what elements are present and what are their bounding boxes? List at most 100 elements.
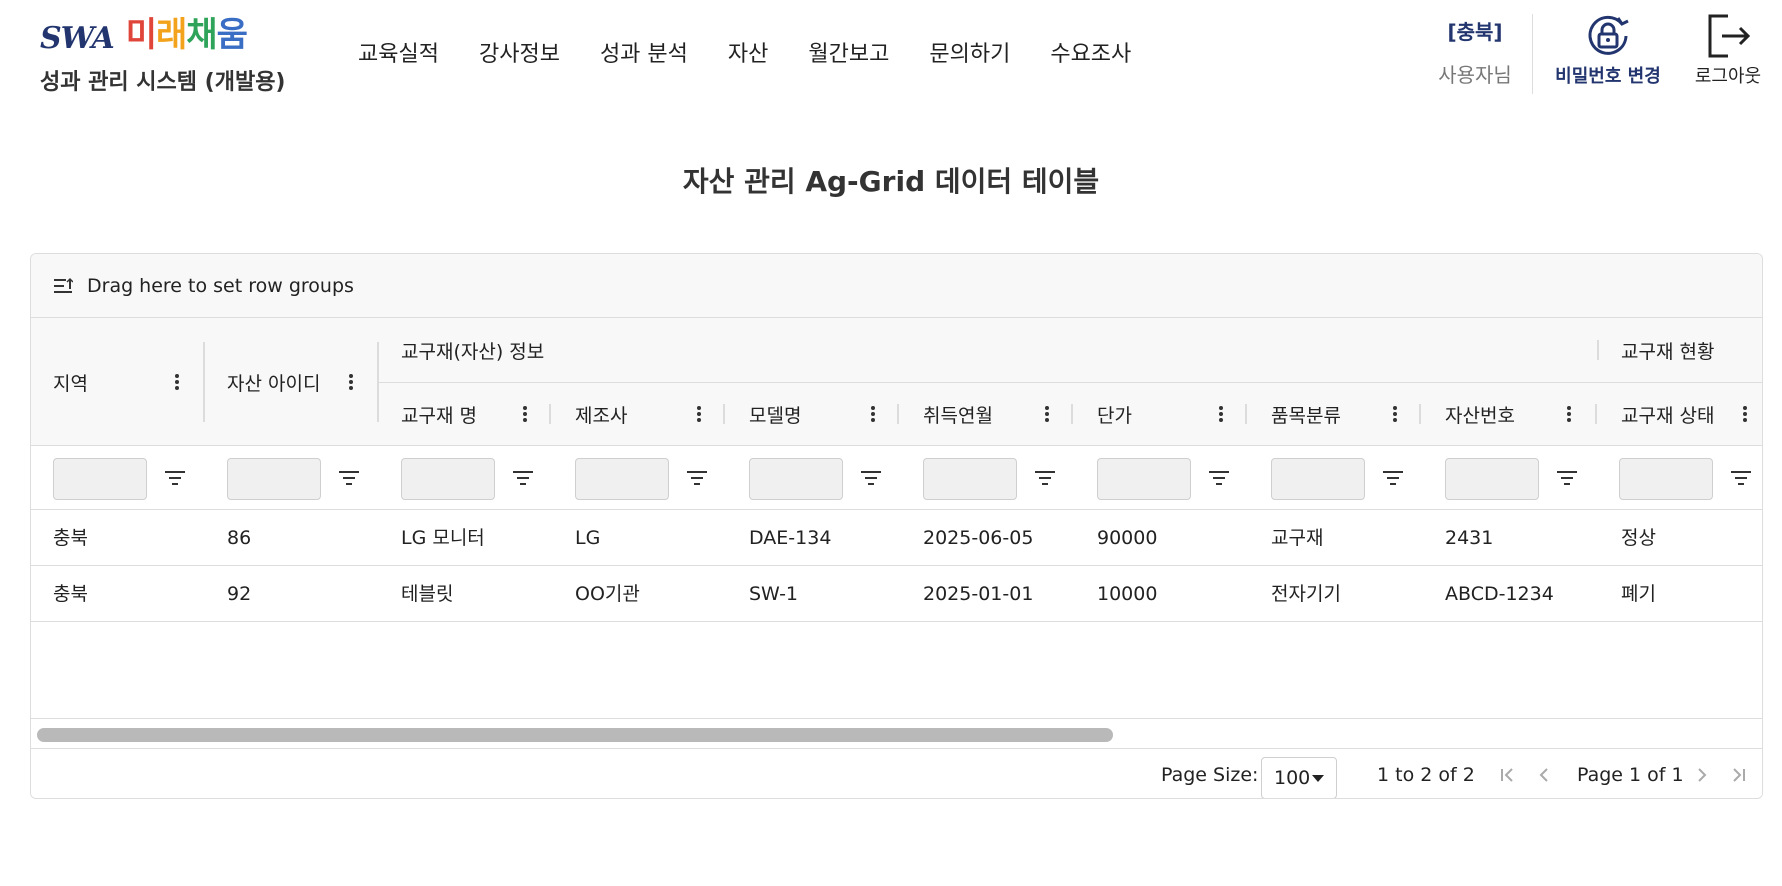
table-row[interactable]: 충북 86 LG 모니터 LG DAE-134 2025-06-05 90000… bbox=[31, 510, 1762, 566]
filter-icon[interactable] bbox=[860, 468, 882, 488]
group-header-label: 교구재 현황 bbox=[1621, 340, 1715, 363]
brand-logo[interactable]: SWA 미 래 채 움 성과 관리 시스템 (개발용) bbox=[40, 8, 300, 108]
col-header-status[interactable]: 교구재 상태 bbox=[1599, 382, 1762, 446]
filter-input-unit-price[interactable] bbox=[1097, 458, 1191, 500]
logout-button[interactable]: 로그아웃 bbox=[1676, 14, 1780, 88]
logo-char-3: 채 bbox=[186, 15, 217, 55]
scrollbar-thumb[interactable] bbox=[37, 728, 1113, 742]
nav-item-analysis[interactable]: 성과 분석 bbox=[600, 36, 688, 68]
table-row[interactable]: 충북 92 테블릿 OO기관 SW-1 2025-01-01 10000 전자기… bbox=[31, 566, 1762, 622]
cell-unit-price[interactable]: 10000 bbox=[1075, 566, 1157, 622]
cell-model[interactable]: DAE-134 bbox=[727, 510, 831, 566]
asset-data-grid: Drag here to set row groups 지역 자산 아이디 교구… bbox=[30, 253, 1763, 799]
col-header-label: 자산 아이디 bbox=[227, 372, 321, 395]
cell-asset-id[interactable]: 86 bbox=[205, 510, 251, 566]
cell-unit-price[interactable]: 90000 bbox=[1075, 510, 1157, 566]
header-separator[interactable] bbox=[1419, 404, 1421, 424]
cell-item-name[interactable]: 테블릿 bbox=[379, 566, 453, 622]
change-password-button[interactable]: 비밀번호 변경 bbox=[1546, 14, 1670, 88]
column-menu-icon[interactable] bbox=[1219, 406, 1223, 422]
cell-acquired[interactable]: 2025-01-01 bbox=[901, 566, 1033, 622]
column-menu-icon[interactable] bbox=[1743, 406, 1747, 422]
nav-item-education[interactable]: 교육실적 bbox=[358, 36, 439, 68]
column-menu-icon[interactable] bbox=[175, 374, 179, 390]
nav-item-survey[interactable]: 수요조사 bbox=[1050, 36, 1131, 68]
filter-input-model[interactable] bbox=[749, 458, 843, 500]
cell-item-name[interactable]: LG 모니터 bbox=[379, 510, 485, 566]
cell-model[interactable]: SW-1 bbox=[727, 566, 798, 622]
header-separator[interactable] bbox=[1595, 404, 1597, 424]
cell-asset-id[interactable]: 92 bbox=[205, 566, 251, 622]
logout-icon bbox=[1708, 14, 1751, 58]
nav-item-monthly-report[interactable]: 월간보고 bbox=[808, 36, 889, 68]
logo-swa-text: SWA bbox=[40, 21, 115, 56]
column-menu-icon[interactable] bbox=[1567, 406, 1571, 422]
column-menu-icon[interactable] bbox=[349, 374, 353, 390]
filter-icon[interactable] bbox=[512, 468, 534, 488]
filter-input-acquired[interactable] bbox=[923, 458, 1017, 500]
col-header-asset-number[interactable]: 자산번호 bbox=[1423, 382, 1595, 446]
header-separator[interactable] bbox=[1245, 404, 1247, 424]
cell-status[interactable]: 정상 bbox=[1599, 510, 1656, 566]
cell-acquired[interactable]: 2025-06-05 bbox=[901, 510, 1033, 566]
filter-input-category[interactable] bbox=[1271, 458, 1365, 500]
filter-icon[interactable] bbox=[164, 468, 186, 488]
nav-item-assets[interactable]: 자산 bbox=[728, 36, 768, 68]
column-menu-icon[interactable] bbox=[697, 406, 701, 422]
filter-icon[interactable] bbox=[1034, 468, 1056, 488]
filter-input-item-name[interactable] bbox=[401, 458, 495, 500]
system-subtitle: 성과 관리 시스템 (개발용) bbox=[40, 70, 286, 95]
nav-item-instructor[interactable]: 강사정보 bbox=[479, 36, 560, 68]
filter-input-manufacturer[interactable] bbox=[575, 458, 669, 500]
header-separator[interactable] bbox=[897, 404, 899, 424]
header-separator[interactable] bbox=[723, 404, 725, 424]
cell-manufacturer[interactable]: OO기관 bbox=[553, 566, 640, 622]
col-header-label: 품목분류 bbox=[1271, 404, 1341, 427]
filter-icon[interactable] bbox=[1556, 468, 1578, 488]
page-size-select[interactable]: 100 bbox=[1261, 757, 1337, 798]
col-header-acquired[interactable]: 취득연월 bbox=[901, 382, 1073, 446]
header-separator[interactable] bbox=[549, 404, 551, 424]
header-separator[interactable] bbox=[1071, 404, 1073, 424]
column-menu-icon[interactable] bbox=[871, 406, 875, 422]
first-page-icon[interactable] bbox=[1497, 764, 1519, 786]
horizontal-scrollbar[interactable] bbox=[31, 718, 1762, 748]
filter-icon[interactable] bbox=[1730, 468, 1752, 488]
col-header-label: 모델명 bbox=[749, 404, 802, 427]
cell-asset-number[interactable]: 2431 bbox=[1423, 510, 1493, 566]
filter-icon[interactable] bbox=[338, 468, 360, 488]
filter-input-region[interactable] bbox=[53, 458, 147, 500]
filter-icon[interactable] bbox=[686, 468, 708, 488]
filter-input-asset-id[interactable] bbox=[227, 458, 321, 500]
col-header-model[interactable]: 모델명 bbox=[727, 382, 899, 446]
page-indicator: Page 1 of 1 bbox=[1577, 764, 1684, 786]
last-page-icon[interactable] bbox=[1727, 764, 1749, 786]
col-header-manufacturer[interactable]: 제조사 bbox=[553, 382, 725, 446]
main-nav: 교육실적 강사정보 성과 분석 자산 월간보고 문의하기 수요조사 bbox=[358, 36, 1171, 68]
cell-region[interactable]: 충북 bbox=[31, 510, 88, 566]
col-header-asset-id[interactable]: 자산 아이디 bbox=[205, 318, 377, 446]
col-header-unit-price[interactable]: 단가 bbox=[1075, 382, 1247, 446]
cell-region[interactable]: 충북 bbox=[31, 566, 88, 622]
column-menu-icon[interactable] bbox=[523, 406, 527, 422]
cell-category[interactable]: 교구재 bbox=[1249, 510, 1323, 566]
cell-category[interactable]: 전자기기 bbox=[1249, 566, 1341, 622]
nav-item-inquiry[interactable]: 문의하기 bbox=[929, 36, 1010, 68]
column-menu-icon[interactable] bbox=[1393, 406, 1397, 422]
col-header-category[interactable]: 품목분류 bbox=[1249, 382, 1421, 446]
next-page-icon[interactable] bbox=[1691, 764, 1713, 786]
filter-input-asset-number[interactable] bbox=[1445, 458, 1539, 500]
filter-icon[interactable] bbox=[1208, 468, 1230, 488]
column-menu-icon[interactable] bbox=[1045, 406, 1049, 422]
filter-icon[interactable] bbox=[1382, 468, 1404, 488]
cell-status[interactable]: 폐기 bbox=[1599, 566, 1656, 622]
prev-page-icon[interactable] bbox=[1533, 764, 1555, 786]
col-header-item-name[interactable]: 교구재 명 bbox=[379, 382, 551, 446]
row-group-drop-zone[interactable]: Drag here to set row groups bbox=[31, 254, 1762, 318]
logo-char-1: 미 bbox=[125, 15, 157, 55]
cell-asset-number[interactable]: ABCD-1234 bbox=[1423, 566, 1554, 622]
cell-manufacturer[interactable]: LG bbox=[553, 510, 600, 566]
logo-char-4: 움 bbox=[216, 15, 248, 55]
col-header-region[interactable]: 지역 bbox=[31, 318, 203, 446]
filter-input-status[interactable] bbox=[1619, 458, 1713, 500]
